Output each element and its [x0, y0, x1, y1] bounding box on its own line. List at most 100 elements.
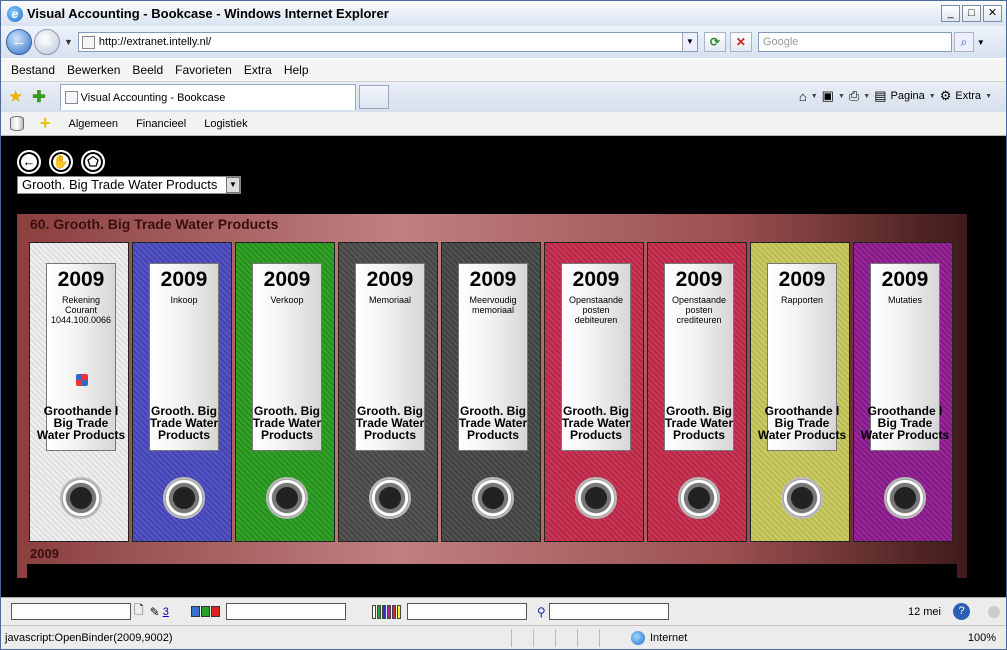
binder[interactable]: 2009 Meervoudig memoriaal Grooth. Big Trad…	[441, 242, 541, 542]
binder-description: Verkoop	[270, 295, 304, 305]
binder-year: 2009	[57, 268, 105, 291]
browser-window: e Visual Accounting - Bookcase - Windows…	[0, 0, 1007, 650]
binder[interactable]: 2009 Memoriaal Grooth. Big Trade Water Pro…	[338, 242, 438, 542]
menu-financieel[interactable]: Financieel	[136, 118, 186, 130]
tools-menu-button[interactable]: Extra	[955, 90, 981, 102]
shelf-year: 2009	[30, 546, 59, 561]
database-icon[interactable]	[10, 116, 24, 131]
close-button[interactable]: ✕	[983, 5, 1002, 22]
menu-algemeen[interactable]: Algemeen	[69, 118, 119, 130]
binder[interactable]: 2009 Verkoop Grooth. Big Trade Water Produ…	[235, 242, 335, 542]
app-status-bar: 🗋 ✎ 3 ⚲ 12 mei ?	[1, 597, 1006, 625]
menu-item-beeld[interactable]: Beeld	[132, 63, 163, 77]
new-tab-button[interactable]	[358, 85, 389, 109]
document-icon[interactable]: 🗋	[134, 601, 144, 622]
menu-item-extra[interactable]: Extra	[244, 63, 272, 77]
pentagon-icon-button[interactable]: ⬠	[81, 150, 105, 174]
shelf-title: 60. Grooth. Big Trade Water Products	[30, 216, 279, 232]
home-icon[interactable]: ⌂	[799, 89, 807, 104]
address-url[interactable]: http://extranet.intelly.nl/	[99, 36, 682, 48]
refresh-button[interactable]: ⟳	[703, 32, 726, 52]
ie-logo-icon: e	[7, 5, 23, 22]
binder[interactable]: 2009 Mutaties Groothande l Big Trade Water…	[853, 242, 953, 542]
menu-item-bewerken[interactable]: Bewerken	[67, 63, 120, 77]
page-icon	[81, 35, 95, 49]
address-dropdown-icon[interactable]: ▼	[681, 33, 697, 51]
binder-owner: Grooth. Big Trade Water Products	[458, 404, 528, 442]
color-picker-icon[interactable]	[190, 606, 220, 617]
tasks-icon[interactable]: ✎	[150, 605, 160, 619]
binder-owner: Grooth. Big Trade Water Products	[561, 404, 631, 442]
binder-year: 2009	[778, 268, 826, 291]
help-icon[interactable]: ?	[953, 603, 970, 620]
home-dropdown-icon[interactable]: ▼	[811, 93, 818, 100]
stop-button[interactable]: ✕	[729, 32, 752, 52]
page-dropdown-icon[interactable]: ▼	[929, 93, 936, 100]
internet-zone-icon	[631, 630, 645, 645]
company-select[interactable]: Grooth. Big Trade Water Products ▼	[17, 176, 241, 194]
print-icon[interactable]: ⎙	[849, 88, 859, 104]
hand-icon-button[interactable]: ✋	[49, 150, 73, 174]
binder[interactable]: 2009 Rapporten Groothande l Big Trade Wate…	[750, 242, 850, 542]
tools-dropdown-icon[interactable]: ▼	[985, 93, 992, 100]
minimize-button[interactable]: _	[941, 5, 960, 22]
binder-description: Inkoop	[170, 295, 198, 305]
binder-year: 2009	[675, 268, 723, 291]
binder[interactable]: 2009 Openstaande posten crediteuren Grooth…	[647, 242, 747, 542]
back-button[interactable]: ←	[6, 29, 32, 55]
print-dropdown-icon[interactable]: ▼	[863, 93, 870, 100]
tab-bookcase[interactable]: Visual Accounting - Bookcase	[59, 84, 356, 110]
pencils-icon[interactable]	[371, 604, 401, 619]
menu-item-favorieten[interactable]: Favorieten	[175, 63, 232, 77]
page-menu-button[interactable]: Pagina	[891, 90, 925, 102]
status-field-2[interactable]	[225, 603, 346, 620]
add-favorite-icon[interactable]: ✚	[32, 87, 45, 107]
search-options-dropdown-icon[interactable]: ▼	[977, 38, 985, 47]
feeds-dropdown-icon[interactable]: ▼	[838, 93, 845, 100]
binder[interactable]: 2009 Rekening Courant 1044.100.0066 Grooth…	[29, 242, 129, 542]
menu-item-bestand[interactable]: Bestand	[11, 63, 55, 77]
status-field-1[interactable]	[11, 603, 131, 620]
binder-description: Mutaties	[887, 295, 922, 305]
search-field[interactable]	[548, 603, 669, 620]
scroll-up-icon[interactable]	[988, 605, 1000, 618]
binder-row: 2009 Rekening Courant 1044.100.0066 Grooth…	[29, 242, 955, 542]
browser-status-bar: javascript:OpenBinder(2009,9002) Interne…	[1, 625, 1006, 649]
chevron-down-icon[interactable]: ▼	[226, 177, 240, 193]
plus-icon[interactable]: +	[40, 113, 51, 134]
binoculars-icon[interactable]: ⚲	[537, 605, 546, 619]
back-arrow-button[interactable]: ←	[17, 150, 41, 174]
menu-item-help[interactable]: Help	[284, 63, 309, 77]
address-bar[interactable]: http://extranet.intelly.nl/ ▼	[77, 32, 698, 52]
zoom-level[interactable]: 100%	[968, 632, 996, 644]
page-content: ← ✋ ⬠ Grooth. Big Trade Water Products ▼…	[1, 136, 1006, 597]
search-input[interactable]: Google	[757, 32, 952, 52]
binder-owner: Groothande l Big Trade Water Products	[36, 404, 126, 442]
task-count[interactable]: 3	[163, 606, 169, 618]
menu-logistiek[interactable]: Logistiek	[204, 118, 247, 130]
feeds-icon[interactable]: ▣	[822, 88, 834, 104]
favorites-star-icon[interactable]: ★	[8, 87, 23, 107]
binder-ring-icon	[884, 477, 926, 519]
search-button[interactable]: ⌕	[953, 32, 974, 52]
forward-button[interactable]: →	[34, 29, 60, 55]
binder-owner: Groothande l Big Trade Water Products	[757, 404, 847, 442]
binder-description: Openstaande posten debiteuren	[568, 295, 624, 325]
binder-ring-icon	[163, 477, 205, 519]
tab-bar: ★ ✚ Visual Accounting - Bookcase ⌂ ▼ ▣ ▼ ⎙…	[1, 82, 1006, 112]
binder-owner: Grooth. Big Trade Water Products	[149, 404, 219, 442]
color-swatch-blue[interactable]	[190, 606, 200, 617]
binder-year: 2009	[160, 268, 208, 291]
color-swatch-red[interactable]	[210, 606, 220, 617]
binder-ring-icon	[472, 477, 514, 519]
binder[interactable]: 2009 Openstaande posten debiteuren Grooth.…	[544, 242, 644, 542]
recent-pages-dropdown-icon[interactable]: ▼	[64, 37, 73, 47]
window-title: Visual Accounting - Bookcase - Windows I…	[27, 6, 389, 21]
binder[interactable]: 2009 Inkoop Grooth. Big Trade Water Produc…	[132, 242, 232, 542]
color-swatch-green[interactable]	[200, 606, 210, 617]
address-toolbar: ← → ▼ http://extranet.intelly.nl/ ▼ ⟳ ✕ …	[1, 26, 1006, 58]
status-field-3[interactable]	[406, 603, 527, 620]
binder-ring-icon	[266, 477, 308, 519]
maximize-button[interactable]: □	[962, 5, 981, 22]
page-menu-icon: ▤	[874, 88, 887, 103]
